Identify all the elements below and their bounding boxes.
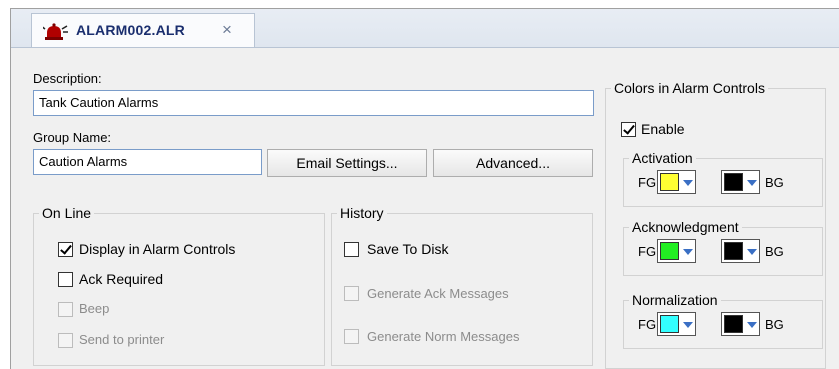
description-label: Description:	[33, 71, 102, 86]
description-field[interactable]: Tank Caution Alarms	[33, 90, 594, 116]
beep-label: Beep	[79, 301, 110, 316]
content-area: Description: Tank Caution Alarms Group N…	[11, 48, 839, 369]
display-in-alarm-controls-checkbox[interactable]	[58, 242, 73, 257]
email-settings-button[interactable]: Email Settings...	[267, 149, 427, 177]
activation-legend: Activation	[632, 150, 693, 166]
enable-colors-label: Enable	[641, 121, 685, 137]
normalization-fg-color-picker[interactable]	[657, 312, 696, 336]
acknowledgment-fg-label: FG	[638, 244, 657, 259]
chevron-down-icon	[747, 322, 757, 328]
send-to-printer-checkbox	[58, 333, 73, 348]
normalization-fg-label: FG	[638, 317, 657, 332]
chevron-down-icon	[747, 249, 757, 255]
beep-checkbox	[58, 302, 73, 317]
normalization-bg-label: BG	[765, 317, 784, 332]
activation-fg-color-picker[interactable]	[657, 170, 696, 194]
chevron-down-icon	[683, 249, 693, 255]
advanced-button[interactable]: Advanced...	[433, 149, 593, 177]
group-name-field[interactable]: Caution Alarms	[33, 149, 262, 175]
normalization-fg-swatch	[660, 315, 679, 333]
alarm-bell-icon	[40, 23, 69, 44]
history-legend: History	[340, 205, 384, 221]
tab-alarm-file[interactable]: ALARM002.ALR ×	[31, 13, 255, 47]
normalization-bg-swatch	[724, 315, 743, 333]
tab-bar: ALARM002.ALR ×	[11, 9, 839, 48]
activation-bg-label: BG	[765, 175, 784, 190]
chevron-down-icon	[747, 180, 757, 186]
generate-norm-messages-checkbox	[344, 329, 359, 344]
save-to-disk-checkbox[interactable]	[344, 242, 359, 257]
close-icon[interactable]: ×	[222, 20, 232, 40]
generate-norm-messages-label: Generate Norm Messages	[367, 329, 520, 344]
acknowledgment-fg-color-picker[interactable]	[657, 239, 696, 263]
acknowledgment-bg-label: BG	[765, 244, 784, 259]
activation-bg-swatch	[724, 173, 743, 191]
alarm-config-window: ALARM002.ALR × Description: Tank Caution…	[10, 8, 839, 369]
chevron-down-icon	[683, 322, 693, 328]
normalization-legend: Normalization	[632, 292, 718, 308]
activation-fg-swatch	[660, 173, 679, 191]
save-to-disk-label: Save To Disk	[367, 241, 449, 257]
online-legend: On Line	[42, 205, 92, 221]
generate-ack-messages-label: Generate Ack Messages	[367, 286, 509, 301]
enable-colors-checkbox[interactable]	[621, 122, 636, 137]
generate-ack-messages-checkbox	[344, 286, 359, 301]
acknowledgment-bg-color-picker[interactable]	[721, 239, 760, 263]
send-to-printer-label: Send to printer	[79, 332, 165, 347]
activation-bg-color-picker[interactable]	[721, 170, 760, 194]
chevron-down-icon	[683, 180, 693, 186]
acknowledgment-legend: Acknowledgment	[632, 219, 739, 235]
group-name-label: Group Name:	[33, 130, 112, 145]
ack-required-checkbox[interactable]	[58, 272, 73, 287]
acknowledgment-bg-swatch	[724, 242, 743, 260]
acknowledgment-fg-swatch	[660, 242, 679, 260]
colors-legend: Colors in Alarm Controls	[614, 80, 765, 96]
ack-required-label: Ack Required	[79, 271, 164, 287]
online-group: On Line	[33, 205, 325, 366]
display-in-alarm-controls-label: Display in Alarm Controls	[79, 241, 236, 257]
tab-title: ALARM002.ALR	[76, 22, 185, 38]
normalization-bg-color-picker[interactable]	[721, 312, 760, 336]
activation-fg-label: FG	[638, 175, 657, 190]
